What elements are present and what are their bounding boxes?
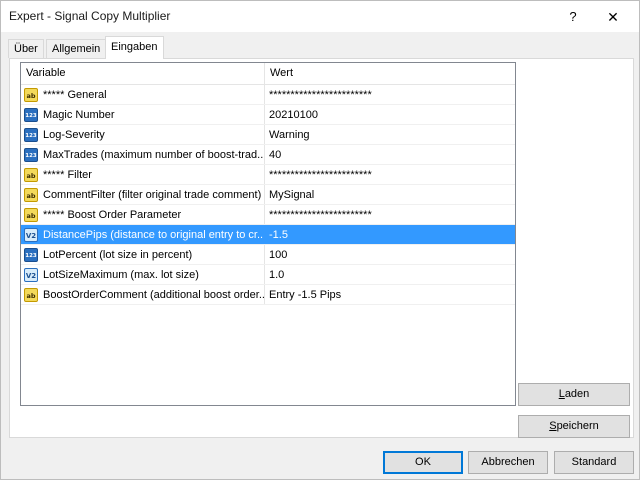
input-value-cell[interactable]: 40 xyxy=(265,145,515,165)
input-value-cell[interactable]: Entry -1.5 Pips xyxy=(265,285,515,305)
input-value-cell[interactable]: 1.0 xyxy=(265,265,515,285)
save-button[interactable]: Speichern xyxy=(518,415,630,438)
input-variable-name: BoostOrderComment (additional boost orde… xyxy=(43,289,264,301)
tab-uber[interactable]: Über xyxy=(8,39,44,58)
grid-header: Variable Wert xyxy=(21,63,515,85)
input-row[interactable]: V2 LotSizeMaximum (max. lot size) 1.0 xyxy=(21,265,515,285)
cancel-button[interactable]: Abbrechen xyxy=(468,451,548,474)
input-value-cell[interactable]: 20210100 xyxy=(265,105,515,125)
input-variable-name: Log-Severity xyxy=(43,129,105,141)
input-row[interactable]: ab ***** General ************************ xyxy=(21,85,515,105)
input-variable-name: LotPercent (lot size in percent) xyxy=(43,249,193,261)
input-row[interactable]: 123 LotPercent (lot size in percent) 100 xyxy=(21,245,515,265)
input-value-cell[interactable]: ************************ xyxy=(265,165,515,185)
input-value-cell[interactable]: ************************ xyxy=(265,205,515,225)
input-value-cell[interactable]: 100 xyxy=(265,245,515,265)
input-variable-name: MaxTrades (maximum number of boost-trad.… xyxy=(43,149,264,161)
load-button[interactable]: Laden xyxy=(518,383,630,406)
input-variable-name: ***** Boost Order Parameter xyxy=(43,209,182,221)
help-button[interactable]: ? xyxy=(563,7,583,27)
input-variable-name: CommentFilter (filter original trade com… xyxy=(43,189,262,201)
ok-button[interactable]: OK xyxy=(383,451,463,474)
input-value-cell[interactable]: ************************ xyxy=(265,85,515,105)
column-header-value[interactable]: Wert xyxy=(265,63,293,85)
row-separator xyxy=(21,304,515,305)
inputs-panel: Variable Wert ab ***** General ***********… xyxy=(9,58,634,438)
default-button[interactable]: Standard xyxy=(554,451,634,474)
tab-allgemein[interactable]: Allgemein xyxy=(46,39,107,58)
column-header-variable[interactable]: Variable xyxy=(21,63,66,85)
tab-eingaben[interactable]: Eingaben xyxy=(105,36,164,59)
input-row[interactable]: V2 DistancePips (distance to original ent… xyxy=(21,225,515,245)
input-value-cell[interactable]: -1.5 xyxy=(265,225,515,245)
input-row[interactable]: ab CommentFilter (filter original trade c… xyxy=(21,185,515,205)
load-button-label: aden xyxy=(564,388,590,400)
dialog-client: Über Allgemein Eingaben Variable Wert ab… xyxy=(0,32,640,480)
input-row[interactable]: 123 Magic Number 20210100 xyxy=(21,105,515,125)
input-row[interactable]: ab BoostOrderComment (additional boost or… xyxy=(21,285,515,305)
input-row[interactable]: 123 Log-Severity Warning xyxy=(21,125,515,145)
inputs-grid[interactable]: Variable Wert ab ***** General ***********… xyxy=(20,62,516,406)
input-value-cell[interactable]: MySignal xyxy=(265,185,515,205)
input-variable-name: ***** General xyxy=(43,89,107,101)
input-row[interactable]: 123 MaxTrades (maximum number of boost-tr… xyxy=(21,145,515,165)
save-button-mnemonic: S xyxy=(549,420,557,432)
input-row[interactable]: ab ***** Filter ************************ xyxy=(21,165,515,185)
title-bar: Expert - Signal Copy Multiplier ? ✕ xyxy=(0,0,640,32)
save-button-label: peichern xyxy=(556,420,599,432)
input-variable-name: Magic Number xyxy=(43,109,115,121)
input-row[interactable]: ab ***** Boost Order Parameter ***********… xyxy=(21,205,515,225)
window-title: Expert - Signal Copy Multiplier xyxy=(9,9,171,23)
input-variable-name: ***** Filter xyxy=(43,169,92,181)
input-value-cell[interactable]: Warning xyxy=(265,125,515,145)
close-button[interactable]: ✕ xyxy=(602,7,624,27)
input-variable-name: DistancePips (distance to original entry… xyxy=(43,229,264,241)
input-variable-name: LotSizeMaximum (max. lot size) xyxy=(43,269,199,281)
